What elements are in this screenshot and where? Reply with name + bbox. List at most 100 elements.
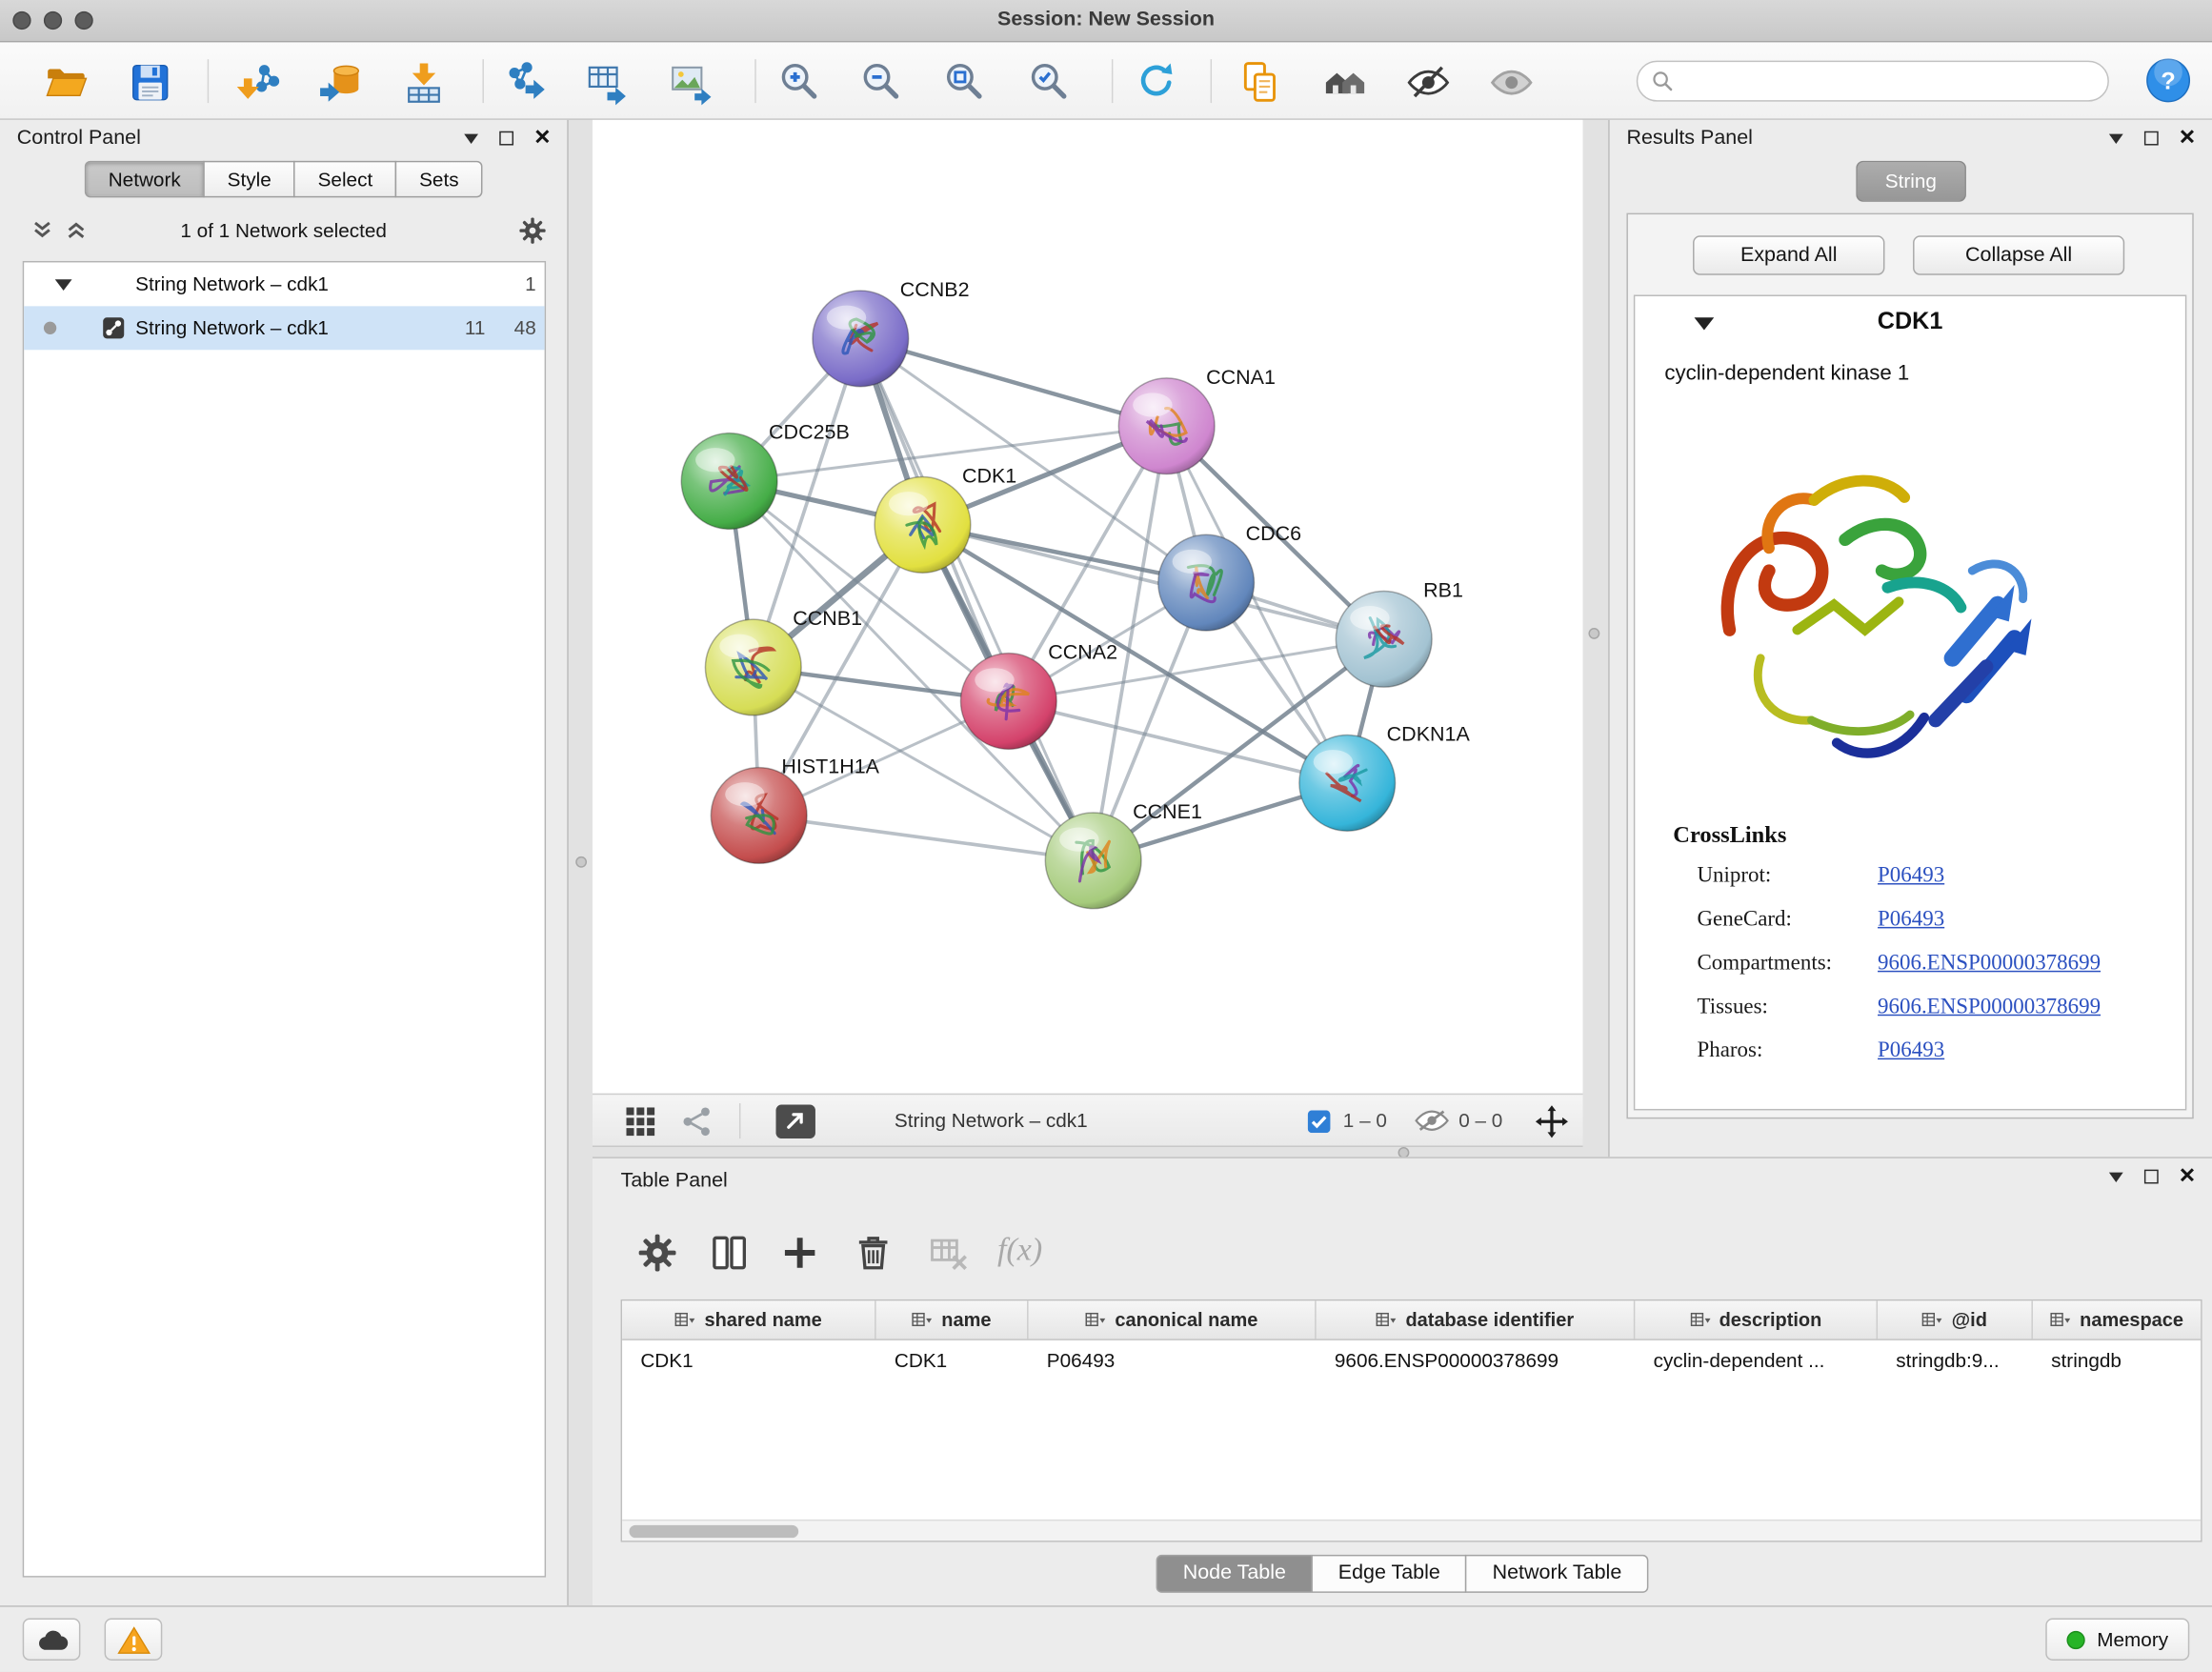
network-node-CDKN1A[interactable] [1299,735,1396,832]
tab-sets[interactable]: Sets [395,161,483,198]
birds-eye-view-icon[interactable] [624,1105,658,1139]
crosslink-link[interactable]: P06493 [1878,863,1944,889]
memory-button[interactable]: Memory [2046,1619,2189,1661]
tab-select[interactable]: Select [293,161,396,198]
network-node-CDC6[interactable] [1158,534,1255,631]
column-header-description[interactable]: description [1635,1300,1878,1339]
left-splitter-handle[interactable] [575,856,587,868]
network-node-RB1[interactable] [1336,591,1432,687]
scrollbar-thumb[interactable] [629,1525,798,1538]
network-view[interactable]: CCNB2CCNA1CDC25BCDK1CDC6RB1CCNB1CCNA2CDK… [593,120,1583,1094]
column-header-canonical-name[interactable]: canonical name [1029,1300,1317,1339]
open-session-button[interactable] [37,53,93,110]
zoom-fit-button[interactable] [936,53,993,110]
save-session-button[interactable] [121,53,177,110]
help-button[interactable]: ? [2145,58,2190,103]
zoom-in-button[interactable] [772,53,828,110]
zoom-selected-button[interactable] [1021,53,1077,110]
network-canvas[interactable]: CCNB2CCNA1CDC25BCDK1CDC6RB1CCNB1CCNA2CDK… [593,120,1583,1094]
crosslink-link[interactable]: P06493 [1878,1038,1944,1064]
column-header--id[interactable]: @id [1878,1300,2033,1339]
show-all-button[interactable] [1482,53,1538,110]
float-panel-icon[interactable] [464,133,478,143]
network-node-CCNB2[interactable] [813,291,909,387]
tab-network[interactable]: Network [85,161,205,198]
network-options-gear-icon[interactable] [517,216,547,253]
export-image-button[interactable] [662,53,718,110]
add-column-icon[interactable] [778,1232,820,1274]
crosslink-link[interactable]: 9606.ENSP00000378699 [1878,951,2101,977]
refresh-button[interactable] [1127,53,1183,110]
hidden-eye-slash-icon[interactable] [1414,1107,1451,1136]
crosslink-row: Uniprot:P06493 [1635,857,2185,901]
reset-view-button[interactable] [1317,53,1373,110]
column-sort-icon [1690,1311,1711,1329]
maximize-panel-icon[interactable] [2144,1170,2159,1184]
tab-style[interactable]: Style [203,161,294,198]
network-node-CDC25B[interactable] [681,433,777,530]
delete-table-icon[interactable] [927,1232,969,1274]
tab-node-table[interactable]: Node Table [1156,1555,1314,1593]
export-network-button[interactable] [496,53,553,110]
network-row-selected[interactable]: String Network – cdk1 11 48 [24,306,544,350]
crosslink-label: Tissues: [1697,995,1767,1020]
crosslink-link[interactable]: 9606.ENSP00000378699 [1878,995,2101,1020]
network-node-CCNB1[interactable] [705,619,801,715]
cloud-status-button[interactable] [23,1619,81,1661]
float-panel-icon[interactable] [2109,133,2123,143]
tab-network-table[interactable]: Network Table [1465,1555,1648,1593]
table-options-gear-icon[interactable] [636,1232,678,1274]
show-columns-icon[interactable] [708,1232,750,1274]
crosslinks-list: Uniprot:P06493GeneCard:P06493Compartment… [1635,857,2185,1077]
import-table-button[interactable] [395,53,452,110]
clone-network-button[interactable] [1232,53,1288,110]
tab-string[interactable]: String [1856,161,1966,202]
network-node-HIST1H1A[interactable] [711,768,807,864]
table-row[interactable]: CDK1CDK1P064939606.ENSP00000378699cyclin… [622,1340,2201,1379]
import-network-database-button[interactable] [312,53,368,110]
network-node-CCNE1[interactable] [1045,813,1141,909]
selected-nodes-checkbox-icon[interactable] [1308,1110,1331,1133]
share-network-icon[interactable] [680,1105,714,1139]
warnings-button[interactable] [105,1619,163,1661]
right-splitter-handle[interactable] [1588,628,1599,639]
close-panel-icon[interactable]: × [2180,1168,2195,1185]
network-node-CCNA1[interactable] [1118,378,1215,474]
network-collection-row[interactable]: String Network – cdk1 1 [24,262,544,306]
maximize-panel-icon[interactable] [2144,131,2159,146]
table-horizontal-scrollbar[interactable] [622,1520,2201,1541]
network-node-CCNA2[interactable] [960,654,1056,750]
node-label-CCNA1: CCNA1 [1206,366,1276,389]
pan-crosshair-icon[interactable] [1535,1105,1569,1139]
search-input[interactable] [1683,70,2094,92]
search-box[interactable] [1637,61,2109,102]
import-network-file-button[interactable] [230,53,286,110]
column-header-namespace[interactable]: namespace [2033,1300,2202,1339]
close-panel-icon[interactable]: × [534,130,550,147]
maximize-panel-icon[interactable] [499,131,513,146]
status-bar: Memory [0,1605,2212,1672]
zoom-out-button[interactable] [854,53,910,110]
node-label-CCNE1: CCNE1 [1133,800,1202,823]
tab-edge-table[interactable]: Edge Table [1312,1555,1467,1593]
network-node-CDK1[interactable] [875,477,971,574]
crosslink-link[interactable]: P06493 [1878,907,1944,933]
float-panel-icon[interactable] [2109,1172,2123,1181]
column-header-database-identifier[interactable]: database identifier [1317,1300,1636,1339]
collection-expand-icon[interactable] [55,279,72,291]
column-header-name[interactable]: name [876,1300,1029,1339]
column-header-shared-name[interactable]: shared name [622,1300,876,1339]
open-in-new-window-button[interactable] [775,1105,814,1139]
network-edges [730,338,1384,860]
delete-column-icon[interactable] [852,1232,894,1274]
node-count: 11 [437,316,485,339]
function-builder-button[interactable]: f(x) [997,1232,1042,1269]
close-panel-icon[interactable]: × [2180,130,2195,147]
table-cell: stringdb [2033,1348,2202,1371]
crosslink-row: Compartments:9606.ENSP00000378699 [1635,945,2185,989]
expand-all-button[interactable]: Expand All [1693,235,1884,274]
collapse-all-button[interactable]: Collapse All [1913,235,2124,274]
export-table-button[interactable] [578,53,634,110]
main-toolbar: ? [0,42,2212,119]
hide-selected-button[interactable] [1399,53,1456,110]
